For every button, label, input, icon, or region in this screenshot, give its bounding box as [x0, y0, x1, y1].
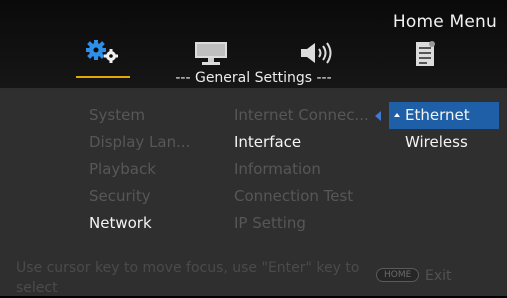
- speaker-icon: [301, 42, 332, 64]
- top-bar: Home Menu --- General Settings ---: [0, 0, 507, 88]
- subitem-internet-connection[interactable]: Internet Connec...: [234, 102, 369, 129]
- exit-label: Exit: [425, 268, 452, 284]
- option-wireless[interactable]: Wireless: [389, 129, 499, 156]
- caret-up-icon: [394, 113, 400, 117]
- subitem-interface[interactable]: Interface: [234, 129, 369, 156]
- home-menu-title: Home Menu: [392, 12, 497, 32]
- option-wireless-label: Wireless: [405, 133, 468, 151]
- option-ethernet[interactable]: Ethernet: [375, 102, 499, 129]
- network-submenu: Internet Connec... Interface Information…: [234, 102, 369, 237]
- home-button[interactable]: HOME: [376, 268, 420, 282]
- gears-icon: [86, 40, 118, 63]
- monitor-icon: [195, 42, 227, 65]
- subitem-information[interactable]: Information: [234, 156, 369, 183]
- section-title: --- General Settings ---: [175, 70, 332, 86]
- category-security[interactable]: Security: [89, 183, 190, 210]
- category-display-language[interactable]: Display Lan...: [89, 129, 190, 156]
- document-icon: [416, 41, 435, 66]
- tab-general-settings[interactable]: [76, 40, 130, 78]
- interface-options: Ethernet Wireless: [375, 102, 499, 156]
- settings-screen: Home Menu --- General Settings --- Syste…: [0, 0, 507, 296]
- category-list: System Display Lan... Playback Security …: [89, 102, 190, 237]
- tab-display[interactable]: [194, 40, 228, 70]
- category-network[interactable]: Network: [89, 210, 190, 237]
- tab-information[interactable]: [413, 40, 437, 70]
- category-playback[interactable]: Playback: [89, 156, 190, 183]
- tab-audio[interactable]: [299, 40, 333, 70]
- category-system[interactable]: System: [89, 102, 190, 129]
- subitem-ip-setting[interactable]: IP Setting: [234, 210, 369, 237]
- left-arrow-icon: [375, 111, 381, 121]
- option-ethernet-label: Ethernet: [405, 106, 470, 124]
- help-text: Use cursor key to move focus, use "Enter…: [16, 260, 360, 296]
- subitem-connection-test[interactable]: Connection Test: [234, 183, 369, 210]
